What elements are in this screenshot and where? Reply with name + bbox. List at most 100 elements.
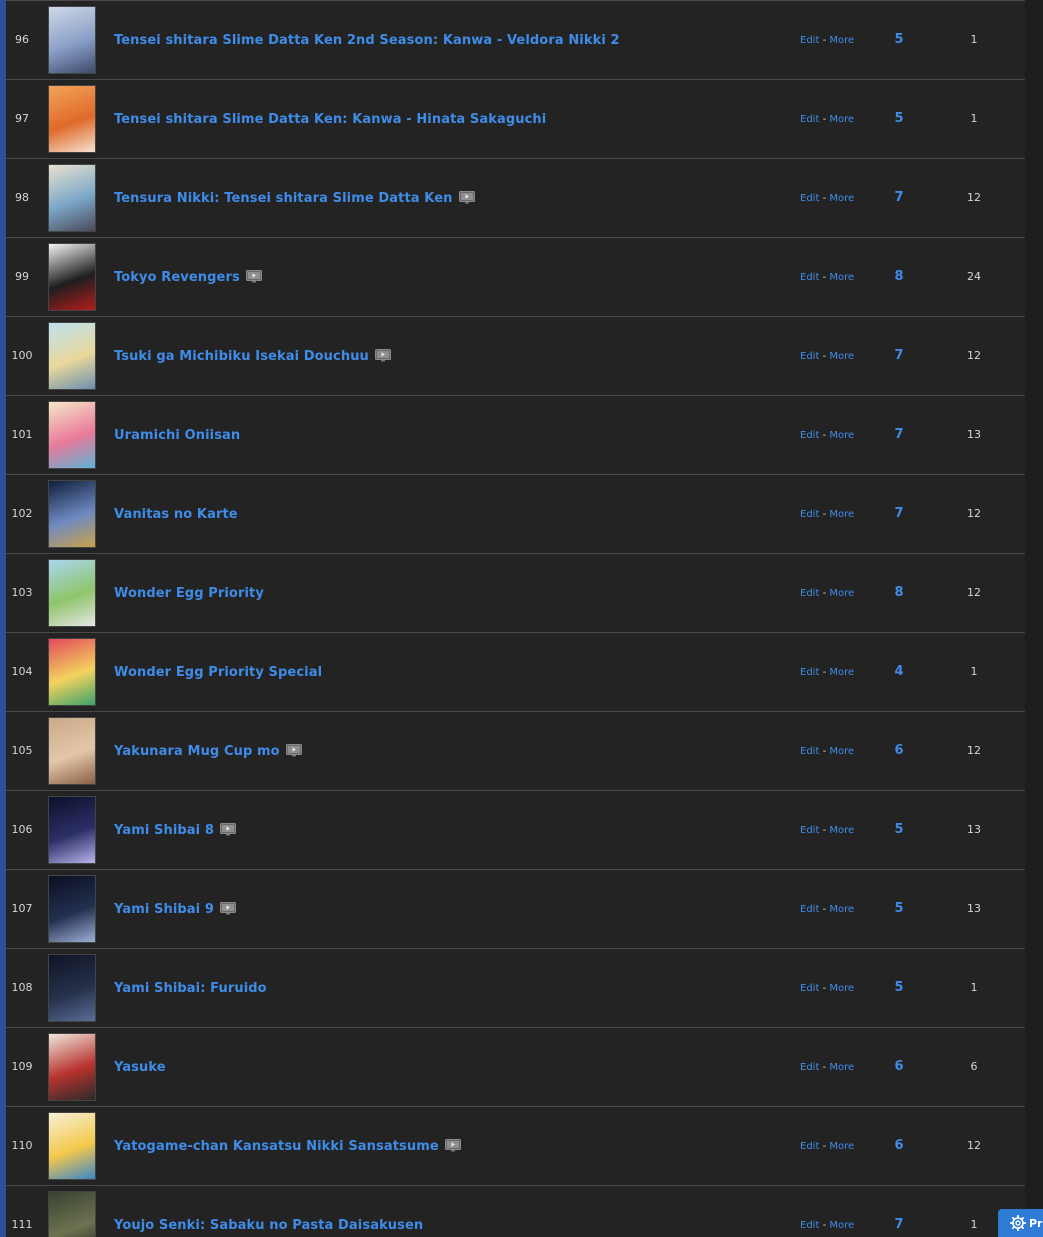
streaming-video-icon[interactable] [374, 347, 391, 362]
streaming-video-icon[interactable] [285, 742, 302, 757]
table-row: 106 Yami Shibai 8 Edit - More 5 13 [6, 790, 1025, 869]
more-link[interactable]: More [829, 114, 854, 125]
anime-title-link[interactable]: Tokyo Revengers [114, 270, 240, 285]
edit-link[interactable]: Edit [800, 1141, 819, 1152]
row-number: 110 [11, 1139, 33, 1152]
edit-link[interactable]: Edit [800, 114, 819, 125]
anime-title-link[interactable]: Youjo Senki: Sabaku no Pasta Daisakusen [114, 1218, 423, 1233]
more-link[interactable]: More [829, 193, 854, 204]
anime-title-link[interactable]: Yami Shibai 9 [114, 902, 214, 917]
score-value[interactable]: 6 [886, 1028, 912, 1106]
anime-cover-image[interactable] [48, 480, 96, 548]
more-link[interactable]: More [829, 1062, 854, 1073]
edit-link[interactable]: Edit [800, 509, 819, 520]
score-value[interactable]: 6 [886, 712, 912, 790]
anime-cover-image[interactable] [48, 322, 96, 390]
edit-link[interactable]: Edit [800, 904, 819, 915]
edit-link[interactable]: Edit [800, 272, 819, 283]
anime-cover-image[interactable] [48, 1191, 96, 1237]
edit-link[interactable]: Edit [800, 588, 819, 599]
anime-cover-image[interactable] [48, 638, 96, 706]
streaming-video-icon[interactable] [245, 268, 262, 283]
anime-cover-image[interactable] [48, 559, 96, 627]
table-row: 109 Yasuke Edit - More 6 6 [6, 1027, 1025, 1106]
anime-cover-image[interactable] [48, 85, 96, 153]
score-value[interactable]: 8 [886, 238, 912, 316]
anime-title-link[interactable]: Vanitas no Karte [114, 507, 238, 522]
episode-count: 1 [970, 981, 978, 994]
streaming-video-icon[interactable] [458, 189, 475, 204]
anime-title-link[interactable]: Yami Shibai: Furuido [114, 981, 267, 996]
more-link[interactable]: More [829, 1220, 854, 1231]
edit-link[interactable]: Edit [800, 193, 819, 204]
edit-link[interactable]: Edit [800, 983, 819, 994]
more-link[interactable]: More [829, 746, 854, 757]
anime-cover-image[interactable] [48, 401, 96, 469]
score-value[interactable]: 7 [886, 475, 912, 553]
anime-cover-image[interactable] [48, 954, 96, 1022]
edit-link[interactable]: Edit [800, 1062, 819, 1073]
anime-title-link[interactable]: Yakunara Mug Cup mo [114, 744, 280, 759]
edit-link[interactable]: Edit [800, 430, 819, 441]
score-value[interactable]: 5 [886, 80, 912, 158]
episode-count: 1 [970, 1218, 978, 1231]
more-link[interactable]: More [829, 588, 854, 599]
score-value[interactable]: 6 [886, 1107, 912, 1185]
anime-cover-image[interactable] [48, 717, 96, 785]
score-value[interactable]: 5 [886, 1, 912, 79]
anime-cover-image[interactable] [48, 796, 96, 864]
more-link[interactable]: More [829, 825, 854, 836]
preferences-button[interactable]: Preferences [998, 1209, 1043, 1237]
score-value[interactable]: 7 [886, 159, 912, 237]
anime-title-link[interactable]: Yami Shibai 8 [114, 823, 214, 838]
streaming-video-icon[interactable] [444, 1137, 461, 1152]
edit-link[interactable]: Edit [800, 35, 819, 46]
anime-cover-image[interactable] [48, 6, 96, 74]
edit-link[interactable]: Edit [800, 746, 819, 757]
more-link[interactable]: More [829, 272, 854, 283]
preferences-label: Preferences [1029, 1216, 1043, 1230]
table-row: 102 Vanitas no Karte Edit - More 7 12 [6, 474, 1025, 553]
streaming-video-icon[interactable] [220, 900, 236, 915]
row-actions: Edit - More [800, 396, 854, 474]
row-number: 104 [11, 665, 33, 678]
more-link[interactable]: More [829, 509, 854, 520]
score-value[interactable]: 7 [886, 317, 912, 395]
score-value[interactable]: 8 [886, 554, 912, 632]
streaming-video-icon[interactable] [220, 821, 236, 836]
score-value[interactable]: 4 [886, 633, 912, 711]
score-value[interactable]: 7 [886, 1186, 912, 1237]
row-number: 96 [15, 33, 29, 46]
anime-title-link[interactable]: Wonder Egg Priority Special [114, 665, 322, 680]
edit-link[interactable]: Edit [800, 667, 819, 678]
anime-cover-image[interactable] [48, 243, 96, 311]
anime-title-link[interactable]: Tensei shitara Slime Datta Ken 2nd Seaso… [114, 33, 620, 48]
anime-title-link[interactable]: Yatogame-chan Kansatsu Nikki Sansatsume [114, 1139, 439, 1154]
edit-link[interactable]: Edit [800, 351, 819, 362]
score-value[interactable]: 5 [886, 949, 912, 1027]
more-link[interactable]: More [829, 983, 854, 994]
anime-cover-image[interactable] [48, 1112, 96, 1180]
anime-cover-image[interactable] [48, 164, 96, 232]
anime-title-link[interactable]: Tsuki ga Michibiku Isekai Douchuu [114, 349, 369, 364]
row-number: 102 [11, 507, 33, 520]
score-value[interactable]: 5 [886, 791, 912, 869]
anime-title-link[interactable]: Tensei shitara Slime Datta Ken: Kanwa - … [114, 112, 546, 127]
anime-cover-image[interactable] [48, 875, 96, 943]
edit-link[interactable]: Edit [800, 825, 819, 836]
score-value[interactable]: 5 [886, 870, 912, 948]
table-row: 110 Yatogame-chan Kansatsu Nikki Sansatsu… [6, 1106, 1025, 1185]
more-link[interactable]: More [829, 1141, 854, 1152]
score-value[interactable]: 7 [886, 396, 912, 474]
more-link[interactable]: More [829, 430, 854, 441]
more-link[interactable]: More [829, 667, 854, 678]
anime-cover-image[interactable] [48, 1033, 96, 1101]
anime-title-link[interactable]: Uramichi Oniisan [114, 428, 240, 443]
anime-title-link[interactable]: Wonder Egg Priority [114, 586, 264, 601]
more-link[interactable]: More [829, 904, 854, 915]
more-link[interactable]: More [829, 35, 854, 46]
anime-title-link[interactable]: Yasuke [114, 1060, 166, 1075]
more-link[interactable]: More [829, 351, 854, 362]
anime-title-link[interactable]: Tensura Nikki: Tensei shitara Slime Datt… [114, 191, 453, 206]
edit-link[interactable]: Edit [800, 1220, 819, 1231]
